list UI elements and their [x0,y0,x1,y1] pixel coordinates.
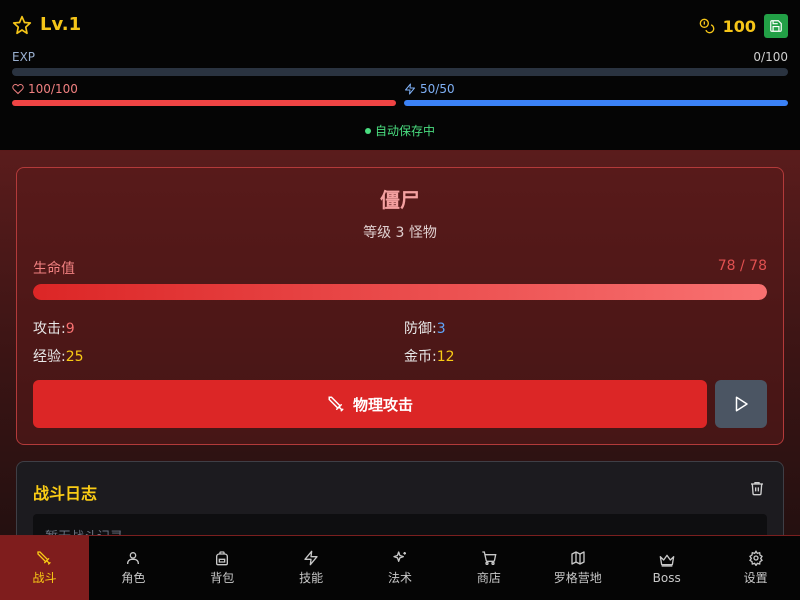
monster-card: 僵尸 等级 3 怪物 生命值 78 / 78 攻击:9 防御:3 经验:25 金… [16,167,784,445]
autosave-text: 自动保存中 [374,124,435,138]
trash-icon [749,480,765,496]
backpack-icon [214,550,230,566]
lightning-icon [303,550,319,566]
monster-gold-stat: 金币:12 [404,346,455,366]
stat-value: 9 [65,321,75,337]
exp-bar [12,68,788,76]
level-display: Lv.1 [12,14,81,35]
stat-label: 金币: [404,349,437,365]
status-header: Lv.1 100 EXP 0/100 100/100 50/50 自动保存中 [0,0,800,151]
gold-amount: 100 [722,16,756,36]
nav-label: 商店 [476,571,501,585]
monster-hp-value: 78 / 78 [717,258,767,274]
nav-item-boss[interactable]: Boss [622,536,711,600]
save-button[interactable] [764,14,788,38]
stat-label: 攻击: [33,321,66,337]
nav-item-settings[interactable]: 设置 [711,536,800,600]
monster-hp-bar-fill [33,284,767,300]
clear-log-button[interactable] [749,480,765,496]
sparkles-icon [392,550,408,566]
user-icon [125,550,141,566]
monster-exp-stat: 经验:25 [33,346,84,366]
sword-icon [327,395,345,413]
stat-value: 25 [65,349,84,365]
play-icon [732,395,750,413]
stat-label: 经验: [33,349,66,365]
battle-area: 僵尸 等级 3 怪物 生命值 78 / 78 攻击:9 防御:3 经验:25 金… [0,151,800,581]
nav-item-backpack[interactable]: 背包 [178,536,267,600]
crown-icon [659,552,675,568]
exp-label: EXP [12,50,36,64]
next-turn-button[interactable] [715,380,767,428]
player-hp-bar [12,100,396,106]
nav-item-spells[interactable]: 法术 [356,536,445,600]
heart-icon [12,83,24,95]
nav-label: 角色 [121,571,146,585]
status-dot [364,127,371,134]
monster-hp-bar [33,284,767,300]
map-icon [570,550,586,566]
monster-attack-stat: 攻击:9 [33,318,75,338]
cart-icon [481,550,497,566]
player-mp-label: 50/50 [404,82,455,96]
sword-icon [36,550,52,566]
nav-item-battle[interactable]: 战斗 [0,536,89,600]
autosave-indicator: 自动保存中 [0,122,800,139]
nav-label: 技能 [299,571,324,585]
nav-item-shop[interactable]: 商店 [444,536,533,600]
player-hp-text: 100/100 [28,82,78,96]
stat-value: 12 [436,349,455,365]
player-mp-bar [404,100,788,106]
stat-label: 防御: [404,321,437,337]
nav-label: Boss [652,570,681,585]
nav-item-character[interactable]: 角色 [89,536,178,600]
star-icon [12,15,32,35]
nav-label: 罗格营地 [553,571,602,585]
nav-label: 背包 [210,571,235,585]
player-mp-text: 50/50 [420,82,455,96]
lightning-icon [404,83,416,95]
monster-name: 僵尸 [380,188,420,212]
gear-icon [748,550,764,566]
stat-value: 3 [436,321,446,337]
nav-label: 设置 [743,571,768,585]
monster-hp-label: 生命值 [33,261,75,277]
player-hp-bar-fill [12,100,396,106]
battle-log-title: 战斗日志 [33,484,98,503]
player-mp-bar-fill [404,100,788,106]
gold-display: 100 [699,14,788,38]
nav-item-skills[interactable]: 技能 [267,536,356,600]
player-hp-label: 100/100 [12,82,78,96]
coins-icon [699,18,715,34]
nav-label: 法术 [388,571,413,585]
monster-subtitle: 等级 3 怪物 [363,225,437,241]
nav-label: 战斗 [32,571,57,585]
monster-defense-stat: 防御:3 [404,318,446,338]
level-text: Lv.1 [40,14,82,35]
exp-value: 0/100 [753,50,788,64]
physical-attack-button[interactable]: 物理攻击 [33,380,707,428]
save-icon [769,19,783,33]
attack-button-label: 物理攻击 [352,395,413,414]
nav-item-rogue-camp[interactable]: 罗格营地 [533,536,622,600]
bottom-nav: 战斗 角色 背包 技能 法术 商店 罗格营地 Boss 设置 [0,535,800,600]
